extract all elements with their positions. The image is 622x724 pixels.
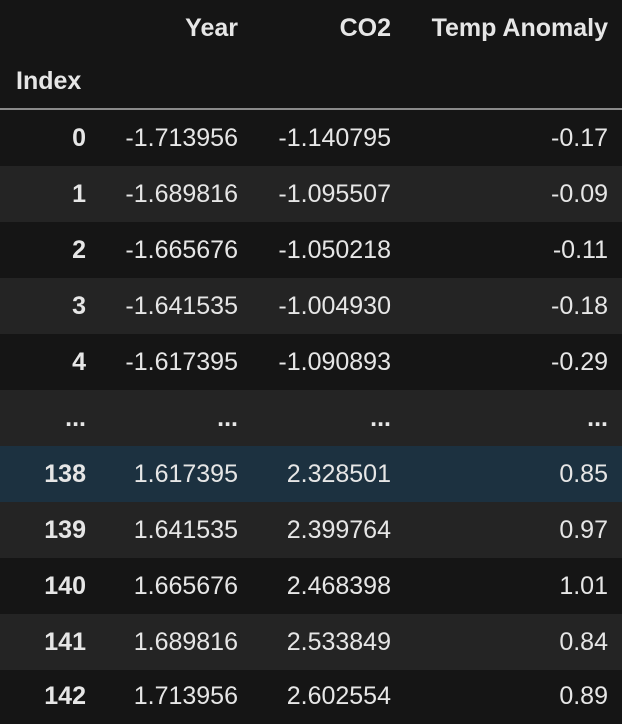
- row-index: 0: [72, 124, 86, 152]
- cell-temp-anomaly: ...: [587, 404, 608, 432]
- cell-temp-anomaly: -0.18: [551, 292, 608, 320]
- cell-co2: 2.328501: [286, 460, 391, 488]
- cell-co2: 2.399764: [286, 516, 391, 544]
- cell-temp-anomaly: 1.01: [559, 572, 608, 600]
- row-index: 141: [44, 628, 86, 656]
- row-index: 4: [72, 348, 86, 376]
- cell-temp-anomaly: 0.89: [559, 682, 608, 710]
- cell-co2: -1.050218: [278, 236, 391, 264]
- cell-temp-anomaly: 0.85: [559, 460, 608, 488]
- cell-year: -1.641535: [125, 292, 238, 320]
- table-row: 0 -1.713956 -1.140795 -0.17: [0, 110, 622, 166]
- cell-co2: ...: [370, 404, 391, 432]
- cell-co2: -1.095507: [278, 180, 391, 208]
- cell-co2: -1.004930: [278, 292, 391, 320]
- table-row: 139 1.641535 2.399764 0.97: [0, 502, 622, 558]
- table-row: 4 -1.617395 -1.090893 -0.29: [0, 334, 622, 390]
- column-header-temp-anomaly: Temp Anomaly: [431, 14, 608, 42]
- row-index: 139: [44, 516, 86, 544]
- cell-year: -1.617395: [125, 348, 238, 376]
- cell-year: 1.665676: [133, 572, 238, 600]
- cell-temp-anomaly: -0.17: [551, 124, 608, 152]
- column-header-co2: CO2: [339, 14, 391, 42]
- row-index: 142: [44, 682, 86, 710]
- column-header-year: Year: [185, 14, 238, 42]
- cell-co2: 2.602554: [286, 682, 391, 710]
- column-header-row: Year CO2 Temp Anomaly: [0, 0, 622, 56]
- table-row: 140 1.665676 2.468398 1.01: [0, 558, 622, 614]
- cell-temp-anomaly: 0.97: [559, 516, 608, 544]
- table-row: 141 1.689816 2.533849 0.84: [0, 614, 622, 670]
- cell-co2: 2.533849: [286, 628, 391, 656]
- cell-co2: -1.090893: [278, 348, 391, 376]
- cell-temp-anomaly: -0.11: [552, 236, 608, 264]
- cell-year: 1.689816: [133, 628, 238, 656]
- row-index: ...: [65, 404, 86, 432]
- cell-year: -1.689816: [125, 180, 238, 208]
- truncated-rows-ellipsis: ... ... ... ...: [0, 390, 622, 446]
- cell-temp-anomaly: -0.09: [551, 180, 608, 208]
- row-index: 140: [44, 572, 86, 600]
- row-index: 3: [72, 292, 86, 320]
- cell-year: 1.713956: [133, 682, 238, 710]
- row-index: 1: [72, 180, 86, 208]
- table-row-hovered: 138 1.617395 2.328501 0.85: [0, 446, 622, 502]
- cell-year: ...: [217, 404, 238, 432]
- cell-co2: 2.468398: [286, 572, 391, 600]
- row-index: 138: [44, 460, 86, 488]
- table-row: 1 -1.689816 -1.095507 -0.09: [0, 166, 622, 222]
- table-row: 142 1.713956 2.602554 0.89: [0, 668, 622, 724]
- cell-temp-anomaly: -0.29: [551, 348, 608, 376]
- table-row: 3 -1.641535 -1.004930 -0.18: [0, 278, 622, 334]
- index-name-label: Index: [16, 67, 82, 95]
- cell-year: -1.713956: [125, 124, 238, 152]
- cell-year: 1.617395: [133, 460, 238, 488]
- dataframe-table: Year CO2 Temp Anomaly Index 0 -1.713956 …: [0, 0, 622, 724]
- cell-co2: -1.140795: [278, 124, 391, 152]
- cell-temp-anomaly: 0.84: [559, 628, 608, 656]
- index-name-row: Index: [0, 53, 622, 109]
- row-index: 2: [72, 236, 86, 264]
- table-row: 2 -1.665676 -1.050218 -0.11: [0, 222, 622, 278]
- cell-year: -1.665676: [125, 236, 238, 264]
- cell-year: 1.641535: [133, 516, 238, 544]
